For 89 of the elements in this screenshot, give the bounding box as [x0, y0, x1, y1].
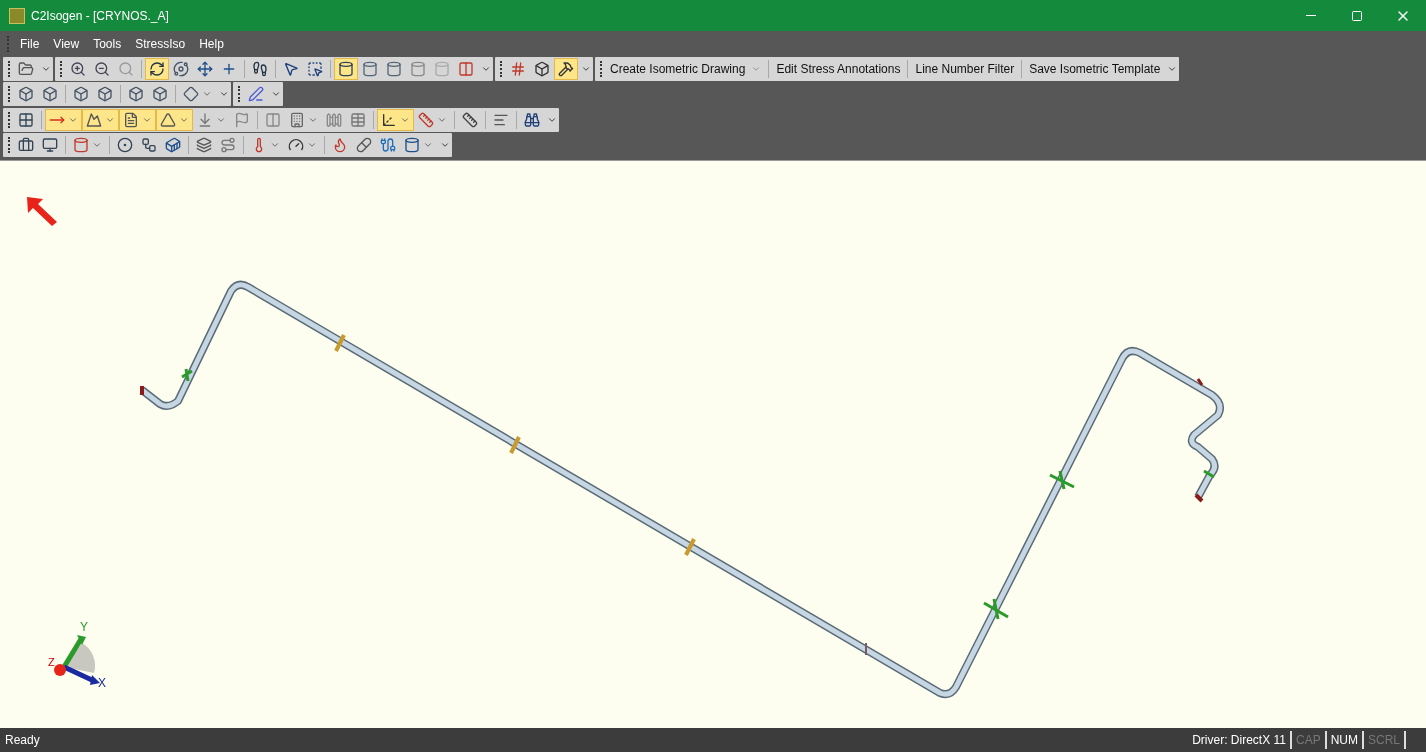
menu-item[interactable]: Help — [192, 34, 231, 53]
cube-icon — [128, 86, 144, 103]
window-title: C2Isogen - [CRYNOS._A] — [31, 7, 169, 25]
axis-label: X — [98, 677, 106, 689]
toolbar-grip[interactable] — [8, 86, 11, 103]
pointer-icon — [283, 60, 299, 77]
container-icon — [165, 137, 181, 154]
ruler-icon — [418, 111, 434, 128]
status-indicator: CAP — [1291, 731, 1327, 749]
menu-item[interactable]: StressIso — [128, 34, 193, 53]
route-icon — [220, 137, 236, 154]
toolbar-button[interactable]: Edit Stress Annotations — [772, 57, 905, 80]
toolbar-grip[interactable] — [600, 60, 603, 77]
cube-icon — [97, 86, 113, 103]
cube-icon — [534, 60, 550, 77]
monitor-icon — [42, 137, 58, 154]
menu-item[interactable]: Tools — [86, 34, 129, 53]
diamond-icon — [183, 86, 199, 103]
toolbar-grip[interactable] — [8, 111, 11, 128]
hammer-icon — [558, 60, 574, 77]
cylinder-icon — [434, 60, 450, 77]
toolbar-grip[interactable] — [7, 35, 10, 52]
binoculars-icon — [524, 111, 540, 128]
cable-icon — [380, 137, 396, 154]
toolbar-button[interactable] — [334, 57, 358, 80]
ruler-icon — [462, 111, 478, 128]
pill-icon — [356, 137, 372, 154]
cylinder-icon — [386, 60, 402, 77]
cube-icon — [42, 86, 58, 103]
zoom-in-icon — [70, 60, 86, 77]
menu-item[interactable]: View — [46, 34, 87, 53]
flame-icon — [332, 137, 348, 154]
workflow-icon — [141, 137, 157, 154]
axis-label: Y — [80, 621, 88, 633]
cylinder-icon — [338, 60, 354, 77]
toolbar-button[interactable] — [145, 57, 169, 80]
select-icon — [307, 60, 323, 77]
pen-icon — [248, 86, 264, 103]
toolbar-button[interactable] — [82, 108, 119, 131]
app-logo-icon — [9, 7, 25, 24]
flag-icon — [234, 111, 250, 128]
folder-icon — [18, 60, 34, 77]
toolbar-button[interactable] — [554, 57, 578, 80]
briefcase-icon — [18, 137, 34, 154]
toolbar-grip[interactable] — [8, 137, 11, 154]
status-message: Ready — [5, 732, 40, 749]
status-indicator: SCRL — [1364, 731, 1406, 749]
hash-icon — [510, 60, 526, 77]
triangle-icon — [160, 111, 176, 128]
menu-item[interactable]: File — [13, 34, 47, 53]
status-indicator: NUM — [1326, 731, 1364, 749]
layers-icon — [196, 137, 212, 154]
toolbar-button[interactable]: Create Isometric Drawing — [606, 57, 766, 80]
rotate-icon — [149, 60, 165, 77]
cylinder-icon — [362, 60, 378, 77]
driver-status: Driver: DirectX 11 — [1192, 731, 1292, 749]
toolbar-button[interactable] — [156, 108, 193, 131]
cylinder-icon — [404, 137, 420, 154]
toolbar-grip[interactable] — [238, 86, 241, 103]
toolbar-button[interactable] — [377, 108, 414, 131]
pan-icon — [197, 60, 213, 77]
toolbar-button[interactable]: Line Number Filter — [911, 57, 1019, 80]
zoom-out-icon — [94, 60, 110, 77]
bars-icon — [458, 60, 474, 77]
orbit-icon — [173, 60, 189, 77]
cube-icon — [18, 86, 34, 103]
toolbar-grip[interactable] — [8, 60, 11, 77]
minimize-icon — [1306, 15, 1316, 16]
cylinder-icon — [410, 60, 426, 77]
pointer-arrow-icon — [25, 195, 59, 227]
cube-icon — [152, 86, 168, 103]
column-icon — [265, 111, 281, 128]
cube-icon — [73, 86, 89, 103]
cylinder-icon — [73, 137, 89, 154]
axis-icon — [381, 111, 397, 128]
building-icon — [289, 111, 305, 128]
grid-icon — [18, 111, 34, 128]
footprints-icon — [252, 60, 268, 77]
toolbar-button[interactable] — [119, 108, 156, 131]
toolbar-grip[interactable] — [500, 60, 503, 77]
toolbar-button[interactable]: Save Isometric Template — [1025, 57, 1165, 80]
circle-dot-icon — [117, 137, 133, 154]
fence-icon — [326, 111, 342, 128]
maximize-icon — [1351, 9, 1363, 22]
zoom-window-icon — [118, 60, 134, 77]
axis-label: Z — [48, 657, 55, 668]
document-icon — [123, 111, 139, 128]
table-icon — [350, 111, 366, 128]
toolbar-grip[interactable] — [60, 60, 63, 77]
